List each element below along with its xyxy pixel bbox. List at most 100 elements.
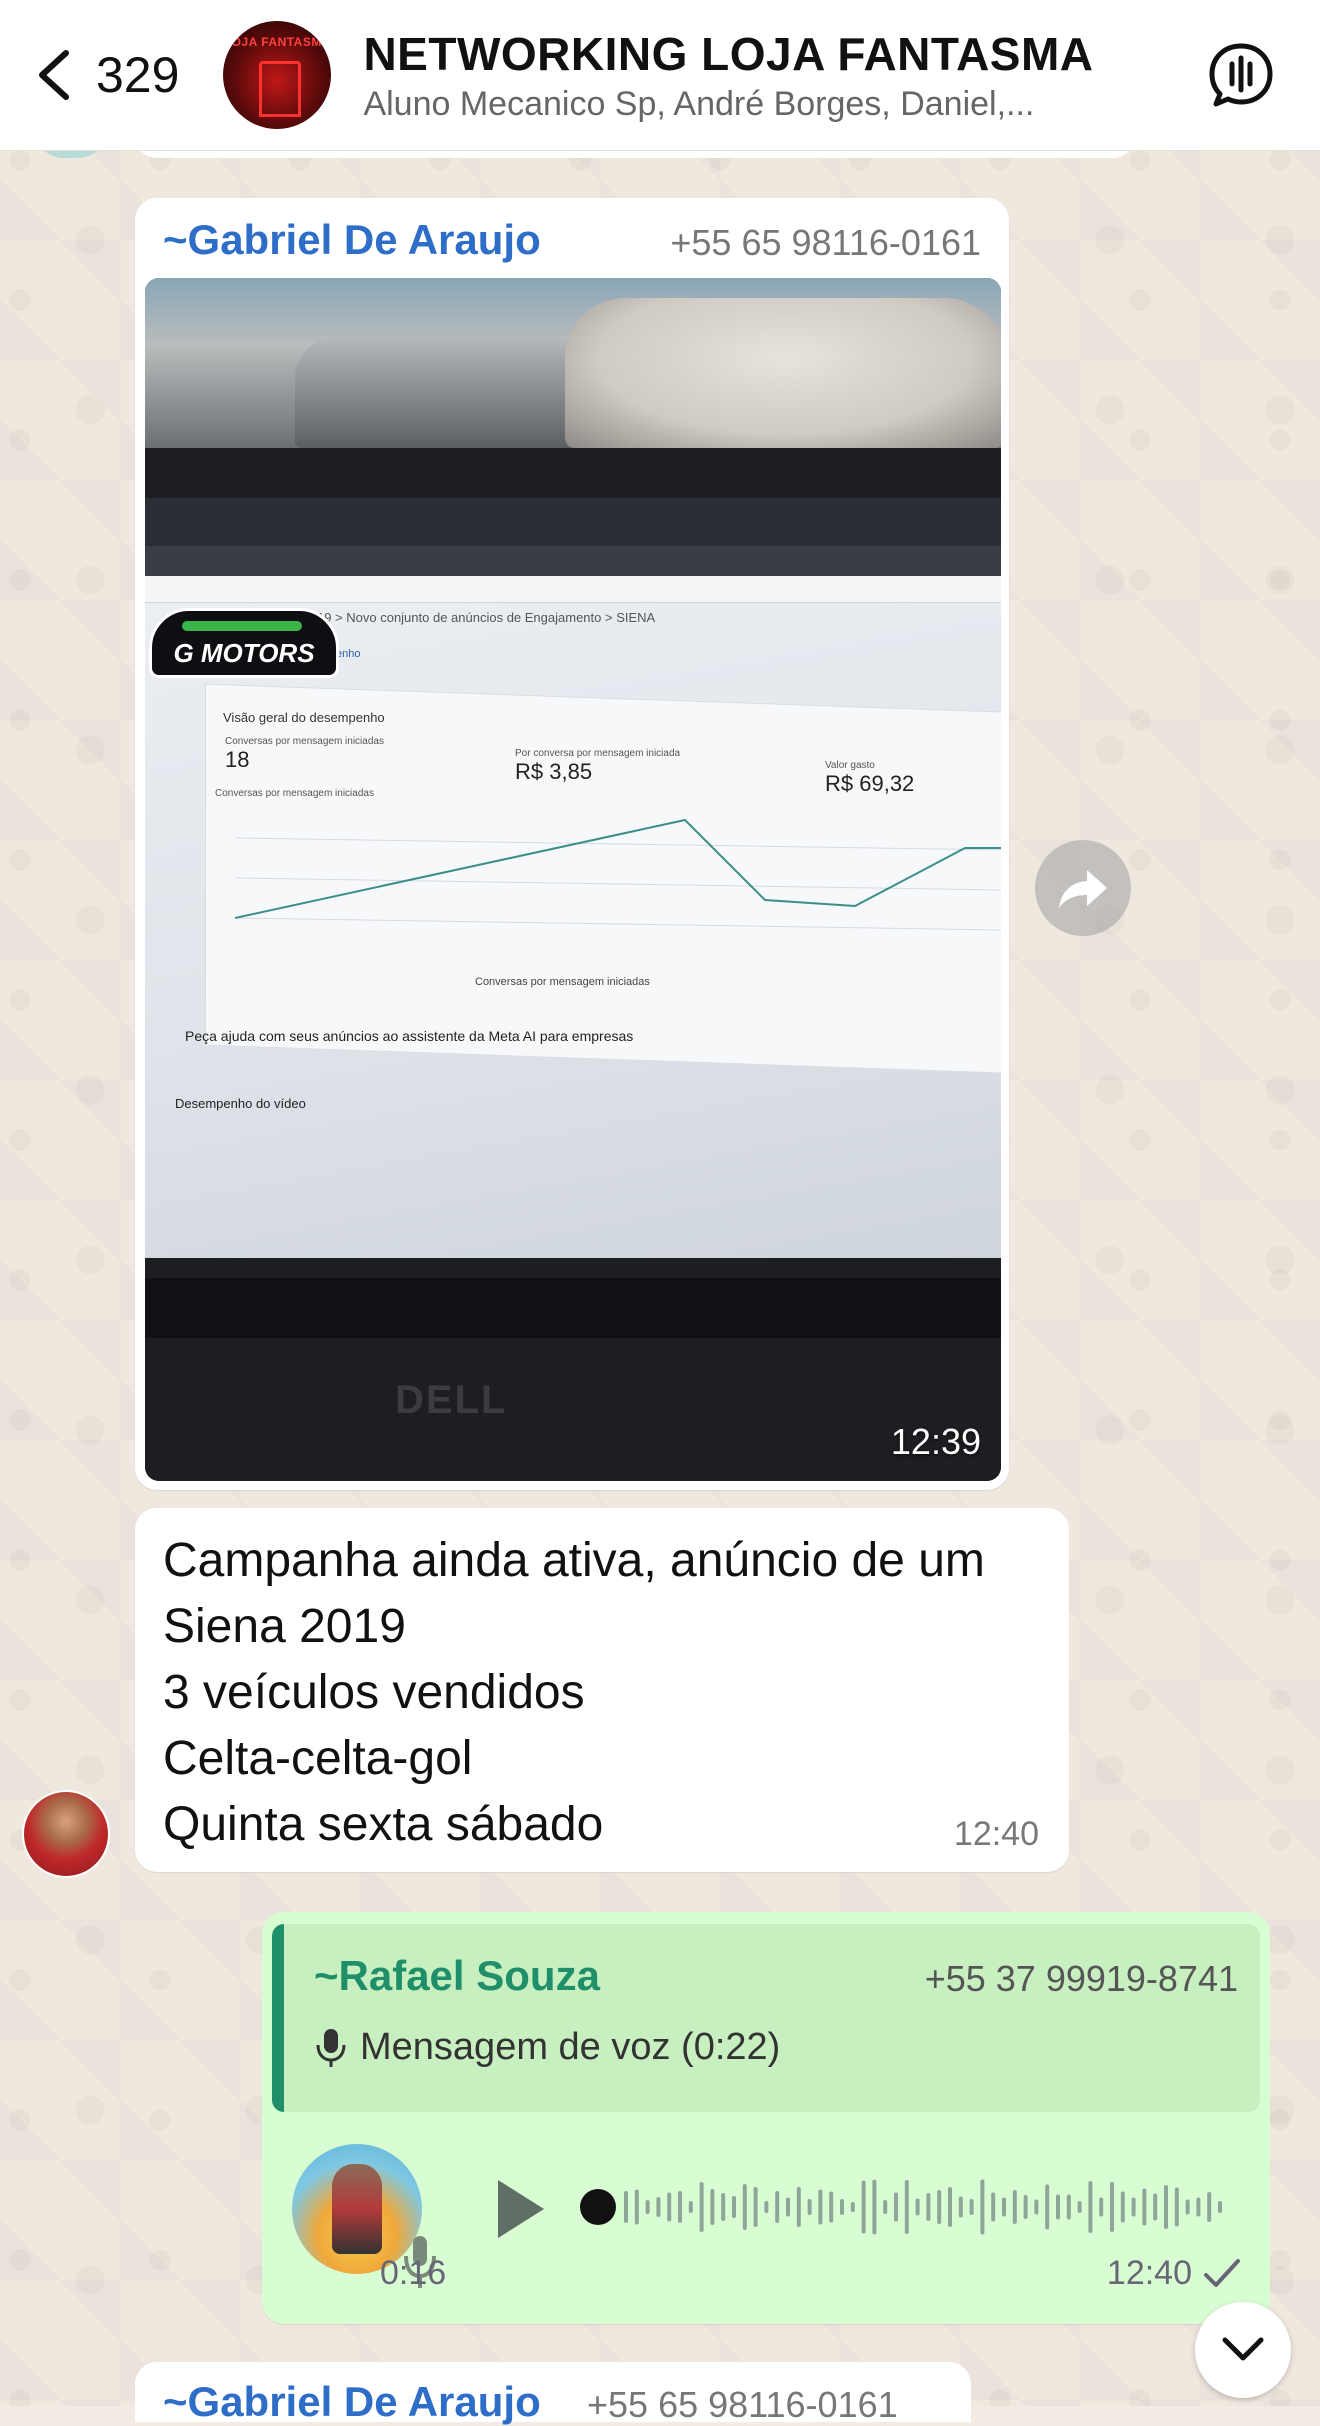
waveform-bar [969,2199,974,2215]
message-time: 12:40 [953,1815,1039,1853]
waveform-bar [1110,2182,1114,2232]
waveform-bar [1099,2197,1104,2217]
waveform-bar [883,2200,888,2214]
waveform-bar [958,2196,963,2218]
waveform-bar [1002,2197,1006,2217]
waveform-bar [1120,2191,1125,2223]
quote-text-label: Mensagem de voz (0:22) [360,2026,781,2068]
sender-name[interactable]: ~Gabriel De Araujo [163,2378,541,2426]
waveform-bar [796,2187,801,2227]
message-time-row: 12:40 [1107,2254,1242,2293]
waveform-bar [948,2187,952,2227]
waveform-bar [807,2199,812,2215]
voice-duration: 0:16 [380,2254,447,2292]
chevron-down-icon [1222,2337,1264,2361]
quote-sender-name: ~Rafael Souza [314,1952,600,1999]
waveform-bar [1045,2184,1050,2230]
message-time: 12:40 [1106,2254,1192,2292]
waveform-bar [872,2179,877,2235]
waveform-bar [926,2193,931,2221]
metric-label: Valor gasto [825,760,875,771]
waveform-bar [840,2199,844,2215]
waveform-bar [1196,2197,1201,2217]
waveform-bar [829,2191,834,2223]
waveform-bar [980,2179,985,2235]
group-info[interactable]: NETWORKING LOJA FANTASMA Aluno Mecanico … [363,27,1103,124]
unread-count: 329 [96,47,180,103]
photo-car-grey [295,338,595,448]
next-message-bubble[interactable]: ~Gabriel De Araujo +55 65 98116-0161 [135,2362,971,2425]
waveform-bar [1056,2194,1060,2220]
media-message-bubble[interactable]: ~Gabriel De Araujo +55 65 98116-0161 CAM… [135,198,1009,1490]
waveform-bar [656,2197,661,2217]
play-icon[interactable] [490,2174,550,2244]
waveform-bar [1023,2195,1028,2219]
waveform-bar [1207,2192,1212,2222]
waveform-bar [732,2196,736,2218]
sender-row: ~Gabriel De Araujo +55 65 98116-0161 [163,216,981,272]
waveform-bar [699,2182,704,2232]
chart-legend: Conversas por mensagem iniciadas [475,976,650,988]
waveform-bar [850,2202,855,2212]
sender-name[interactable]: ~Gabriel De Araujo [163,216,541,264]
scroll-to-bottom-button[interactable] [1195,2302,1291,2398]
group-avatar-logo: LOJA FANTASMA [223,35,332,49]
microphone-icon [316,2028,346,2067]
video-section: Desempenho do vídeo [175,1096,306,1111]
metric-label: Conversas por mensagem iniciadas [225,736,384,747]
metric-value: 18 [225,747,250,772]
forward-button[interactable] [1035,840,1131,936]
quote-text: Mensagem de voz (0:22) [314,2026,780,2069]
windows-taskbar [145,1278,1001,1338]
meta-ai-prompt: Peça ajuda com seus anúncios ao assisten… [185,1028,634,1044]
waveform-bar [1066,2194,1071,2220]
waveform-bar [753,2187,758,2227]
waveform-bar [915,2198,920,2216]
message-photo[interactable]: CAMPANHA SIENA 2019 > Novo conjunto de a… [145,278,1001,1481]
back-button[interactable]: 329 [30,43,179,107]
waveform-bar [1142,2188,1147,2226]
ads-panel-title: Visão geral do desempenho [223,710,385,725]
metric-label: Por conversa por mensagem iniciada [515,748,681,759]
metric-value: R$ 3,85 [515,759,593,784]
voice-chat-icon[interactable] [1206,40,1276,110]
sender-phone: +55 65 98116-0161 [670,222,981,263]
metric-amount-spent: Valor gasto R$ 69,32 [825,760,914,797]
waveform-bar [1012,2190,1017,2224]
waveform-bar [904,2180,909,2234]
waveform-bar [678,2191,682,2223]
waveform-bar [894,2192,898,2222]
g-motors-logo: G MOTORS [149,608,339,678]
waveform-bar [1174,2187,1179,2227]
waveform-bar [710,2189,715,2225]
waveform-bar [991,2192,996,2222]
forward-icon [1059,870,1107,908]
sender-avatar[interactable] [22,1790,110,1878]
waveform-bar [1131,2197,1136,2217]
waveform-bar [1153,2193,1158,2221]
waveform-bar [764,2201,769,2213]
conversations-line-chart [235,818,1001,931]
waveform-bar [721,2193,726,2221]
message-time: 12:39 [890,1421,981,1462]
chat-header: 329 LOJA FANTASMA NETWORKING LOJA FANTAS… [0,0,1320,151]
voice-message-bubble[interactable]: ~Rafael Souza +55 37 99919-8741 Mensagem… [262,1912,1270,2324]
g-motors-logo-text: G MOTORS [173,638,315,668]
waveform-bar [634,2189,639,2225]
text-message-bubble[interactable]: Campanha ainda ativa, anúncio de um Sien… [135,1508,1069,1872]
waveform-bar [861,2180,866,2234]
chevron-left-icon [39,50,69,100]
group-avatar[interactable]: LOJA FANTASMA [223,21,332,129]
voice-waveform[interactable] [580,2162,1230,2252]
avatar-figure [332,2164,382,2254]
waveform-bar [1185,2199,1190,2215]
waveform-bar [667,2192,672,2222]
quoted-message[interactable]: ~Rafael Souza +55 37 99919-8741 Mensagem… [272,1924,1260,2112]
waveform-bar [1077,2201,1082,2213]
waveform-bar [645,2200,650,2214]
group-members: Aluno Mecanico Sp, André Borges, Daniel,… [363,84,1035,123]
quote-sender-phone: +55 37 99919-8741 [924,1958,1238,1999]
logo-stripe [182,621,302,631]
quote-bar [272,1924,284,2112]
browser-tabs [145,498,1001,546]
